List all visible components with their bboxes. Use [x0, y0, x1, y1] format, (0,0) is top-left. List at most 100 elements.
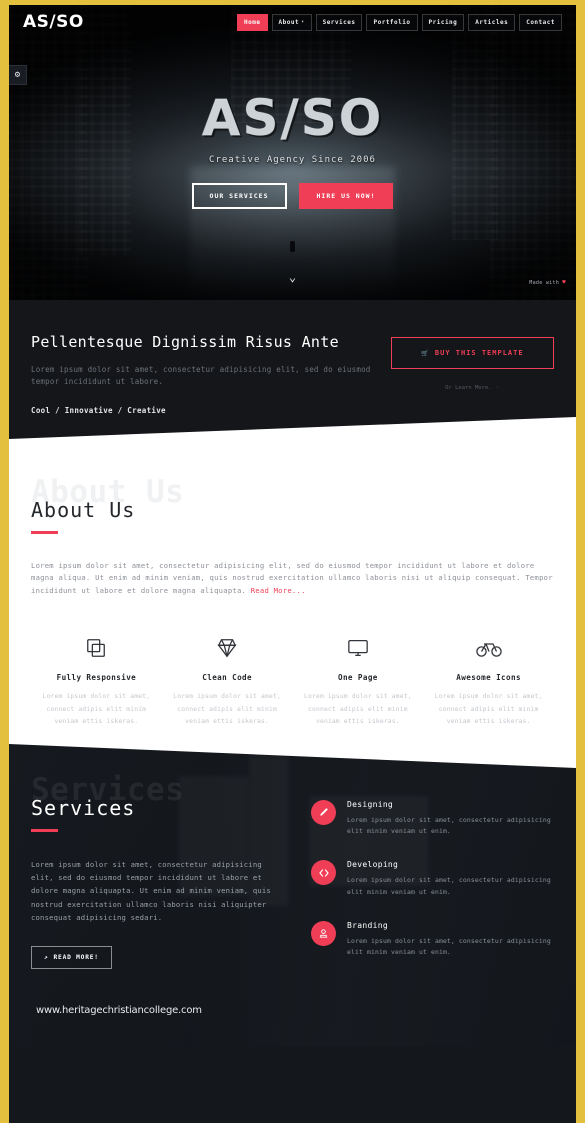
feature-card-clean-code: Clean Code Lorem ipsum dolor sit amet, c…	[162, 631, 293, 728]
services-section: Services Services Lorem ipsum dolor sit …	[9, 736, 576, 1047]
settings-panel-toggle[interactable]: ⚙	[9, 65, 27, 85]
services-text-block: Services Services Lorem ipsum dolor sit …	[31, 772, 289, 981]
feature-card-one-page: One Page Lorem ipsum dolor sit amet, con…	[293, 631, 424, 728]
feature-title: Clean Code	[202, 673, 252, 683]
service-item-designing[interactable]: Designing Lorem ipsum dolor sit amet, co…	[311, 800, 554, 837]
feature-title: One Page	[337, 673, 378, 683]
nav-item-contact-label: Contact	[526, 18, 555, 26]
about-section: About Us About Us Lorem ipsum dolor sit …	[9, 450, 576, 769]
brush-icon	[311, 800, 336, 826]
feature-text: Lorem ipsum dolor sit amet, connect adip…	[434, 693, 543, 725]
service-item-body: Designing Lorem ipsum dolor sit amet, co…	[347, 800, 554, 837]
read-more-button[interactable]: ↗ READ MORE!	[31, 946, 112, 970]
services-title: Services	[31, 796, 136, 821]
nav-item-pricing-label: Pricing	[428, 18, 458, 26]
promo-section: Pellentesque Dignissim Risus Ante Lorem …	[9, 300, 576, 451]
nav-links: Home About ▾ Services Portfolio Pricing A…	[237, 13, 562, 31]
about-paragraph: Lorem ipsum dolor sit amet, consectetur …	[31, 560, 554, 598]
service-name: Developing	[347, 860, 399, 870]
promo-row: Pellentesque Dignissim Risus Ante Lorem …	[31, 333, 554, 415]
monitor-icon	[299, 631, 418, 665]
nav-item-about[interactable]: About ▾	[271, 13, 312, 31]
services-row: Services Services Lorem ipsum dolor sit …	[31, 772, 554, 981]
service-name: Designing	[347, 800, 394, 810]
services-heading-block: Services Services	[31, 772, 289, 832]
service-desc: Lorem ipsum dolor sit amet, consectetur …	[347, 876, 551, 896]
hero-subtitle: Creative Agency Since 2006	[209, 155, 376, 165]
chevron-down-icon: ▾	[301, 19, 305, 25]
hire-us-now-button[interactable]: HIRE US NOW!	[298, 183, 394, 209]
about-title: About Us	[31, 498, 136, 522]
divider-slant-promo-about	[9, 417, 576, 451]
copy-icon	[37, 631, 156, 665]
our-services-button[interactable]: OUR SERVICES	[191, 183, 287, 209]
hero-title: AS/SO	[201, 89, 384, 147]
stamp-icon	[311, 920, 336, 946]
nav-item-home[interactable]: Home	[237, 13, 268, 31]
feature-card-fully-responsive: Fully Responsive Lorem ipsum dolor sit a…	[31, 631, 162, 728]
bicycle-icon	[429, 631, 548, 665]
about-read-more-link[interactable]: Read More...	[251, 586, 306, 595]
feature-text: Lorem ipsum dolor sit amet, connect adip…	[173, 693, 281, 725]
made-with-label: Made with	[529, 279, 560, 286]
nav-item-articles-label: Articles	[475, 18, 509, 26]
gear-icon: ⚙	[14, 69, 21, 80]
nav-item-articles[interactable]: Articles	[468, 13, 516, 31]
feature-grid: Fully Responsive Lorem ipsum dolor sit a…	[31, 631, 554, 728]
scroll-down-icon[interactable]: ⌄	[289, 270, 296, 284]
page-content: AS/SO Home About ▾ Services Portfolio Pri…	[9, 5, 576, 1123]
promo-tags: Cool / Innovative / Creative	[31, 405, 166, 415]
promo-heading: Pellentesque Dignissim Risus Ante	[31, 333, 339, 351]
learn-more-label: Or Learn More.	[445, 385, 492, 391]
feature-text: Lorem ipsum dolor sit amet, connect adip…	[303, 693, 412, 725]
nav-item-portfolio-label: Portfolio	[373, 18, 411, 26]
service-desc: Lorem ipsum dolor sit amet, consectetur …	[347, 936, 551, 957]
about-heading-block: About Us About Us	[31, 474, 554, 534]
hero-buttons: OUR SERVICES HIRE US NOW!	[9, 183, 576, 209]
buy-this-template-label: BUY THIS TEMPLATE	[434, 349, 524, 357]
services-paragraph: Lorem ipsum dolor sit amet, consectetur …	[31, 859, 271, 922]
nav-item-portfolio[interactable]: Portfolio	[366, 13, 418, 31]
hero-content: AS/SO Creative Agency Since 2006 OUR SER…	[9, 93, 576, 209]
nav-item-about-label: About	[278, 18, 300, 26]
read-more-button-label: READ MORE!	[53, 954, 99, 962]
nav-item-pricing[interactable]: Pricing	[421, 13, 465, 31]
promo-text-block: Pellentesque Dignissim Risus Ante Lorem …	[31, 333, 371, 415]
service-item-body: Developing Lorem ipsum dolor sit amet, c…	[347, 860, 554, 897]
service-item-body: Branding Lorem ipsum dolor sit amet, con…	[347, 921, 554, 958]
promo-cta-block: 🛒 BUY THIS TEMPLATE Or Learn More. ☞	[391, 333, 554, 415]
learn-more-link[interactable]: Or Learn More. ☞	[391, 385, 554, 391]
nav-item-contact[interactable]: Contact	[519, 13, 562, 31]
nav-item-services[interactable]: Services	[315, 13, 363, 31]
about-title-rule	[31, 531, 58, 534]
site-watermark: www.heritagechristiancollege.com	[36, 1005, 202, 1017]
buy-this-template-button[interactable]: 🛒 BUY THIS TEMPLATE	[391, 337, 554, 369]
page-frame-top	[0, 0, 585, 5]
feature-text: Lorem ipsum dolor sit amet, connect adip…	[42, 693, 151, 725]
feature-card-awesome-icons: Awesome Icons Lorem ipsum dolor sit amet…	[423, 631, 554, 728]
service-item-developing[interactable]: Developing Lorem ipsum dolor sit amet, c…	[311, 860, 554, 897]
feature-title: Fully Responsive	[56, 673, 137, 683]
page-frame-right	[576, 0, 585, 1123]
page-frame-left	[0, 0, 9, 1123]
external-link-icon: ↗	[44, 954, 49, 962]
promo-paragraph: Lorem ipsum dolor sit amet, consectetur …	[31, 365, 371, 387]
heart-icon: ♥	[562, 279, 566, 286]
main-navigation: AS/SO Home About ▾ Services Portfolio Pri…	[9, 5, 576, 39]
nav-item-services-label: Services	[322, 18, 356, 26]
brand-logo[interactable]: AS/SO	[23, 12, 84, 32]
cart-icon: 🛒	[421, 349, 430, 357]
hero-section: AS/SO Home About ▾ Services Portfolio Pri…	[9, 5, 576, 300]
diamond-icon	[168, 631, 287, 665]
pointing-hand-icon: ☞	[496, 385, 500, 391]
service-item-branding[interactable]: Branding Lorem ipsum dolor sit amet, con…	[311, 920, 554, 958]
service-desc: Lorem ipsum dolor sit amet, consectetur …	[347, 816, 551, 836]
service-name: Branding	[347, 920, 388, 930]
services-list: Designing Lorem ipsum dolor sit amet, co…	[311, 796, 554, 981]
services-title-rule	[31, 829, 58, 832]
code-icon	[311, 860, 336, 886]
nav-item-home-label: Home	[244, 18, 261, 26]
made-with-credit: Made with ♥	[529, 279, 566, 286]
feature-title: Awesome Icons	[456, 673, 521, 683]
page-root: AS/SO Home About ▾ Services Portfolio Pri…	[0, 0, 585, 1123]
